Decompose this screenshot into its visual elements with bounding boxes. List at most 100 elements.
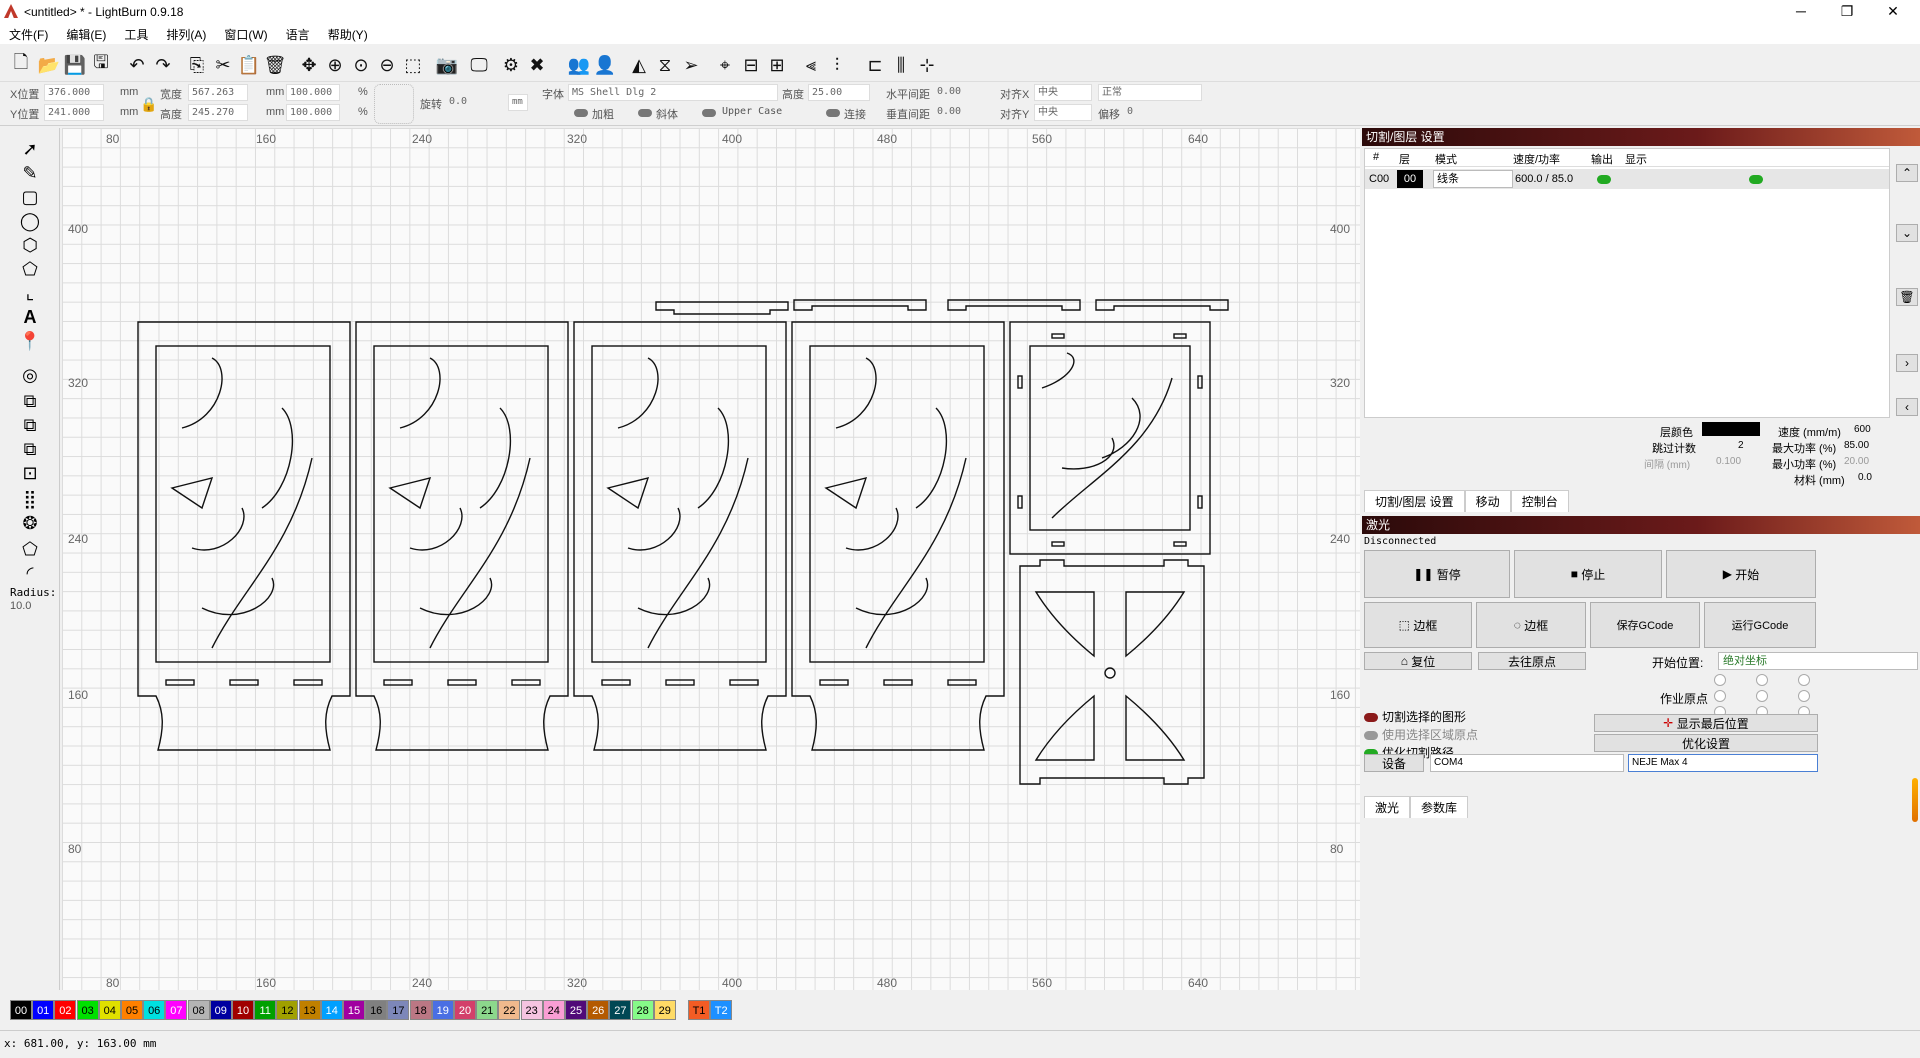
tab-laser[interactable]: 激光	[1364, 796, 1411, 818]
pass-field[interactable]: 2	[1738, 440, 1744, 451]
run-gcode-button[interactable]: 运行GCode	[1704, 602, 1816, 648]
boolean-intersect-icon[interactable]: ⧉	[16, 438, 44, 460]
palette-swatch-14[interactable]: 14	[320, 1000, 343, 1020]
home-button[interactable]: ⌂ 复位	[1364, 652, 1472, 670]
menu-arrange[interactable]: 排列(A)	[157, 26, 215, 43]
text-mode-select[interactable]: 正常	[1098, 84, 1202, 101]
tab-tool-icon[interactable]: ⬠	[16, 538, 44, 560]
design-canvas[interactable]: 80 160 240 320 400 480 560 640 80 160 24…	[62, 128, 1360, 990]
palette-swatch-13[interactable]: 13	[298, 1000, 321, 1020]
design-artwork[interactable]	[62, 128, 1360, 990]
delete-icon[interactable]: 🗑	[262, 52, 288, 78]
tab-move[interactable]: 移动	[1464, 490, 1511, 512]
delete-layer-icon[interactable]: 🗑	[1896, 288, 1918, 306]
origin-radio[interactable]	[1714, 674, 1726, 686]
italic-toggle[interactable]	[638, 109, 652, 117]
palette-swatch-05[interactable]: 05	[121, 1000, 143, 1020]
palette-swatch-03[interactable]: 03	[76, 1000, 99, 1020]
rectangle-tool-icon[interactable]: ▢	[16, 186, 44, 208]
origin-radio[interactable]	[1714, 690, 1726, 702]
palette-swatch-02[interactable]: 02	[54, 1000, 77, 1020]
palette-swatch-T1[interactable]: T1	[688, 1000, 710, 1020]
palette-swatch-09[interactable]: 09	[209, 1000, 232, 1020]
stop-button[interactable]: ■ 停止	[1514, 550, 1662, 598]
minimize-button[interactable]: ─	[1778, 0, 1824, 24]
zoom-fit-icon[interactable]: ⊙	[348, 52, 374, 78]
palette-swatch-25[interactable]: 25	[565, 1000, 587, 1020]
max-power-field[interactable]: 85.00	[1844, 440, 1869, 451]
tab-cut-settings[interactable]: 切割/图层 设置	[1364, 490, 1465, 512]
menu-tools[interactable]: 工具	[115, 26, 157, 43]
palette-swatch-27[interactable]: 27	[609, 1000, 632, 1020]
menu-window[interactable]: 窗口(W)	[215, 26, 276, 43]
devices-button[interactable]: 设备	[1364, 754, 1424, 772]
undo-icon[interactable]: ↶	[124, 52, 150, 78]
menu-language[interactable]: 语言	[277, 26, 319, 43]
uppercase-toggle[interactable]	[702, 109, 716, 117]
align-icon[interactable]: ⊟	[738, 52, 764, 78]
text-tool-icon[interactable]: A	[16, 306, 44, 328]
mirror-icon[interactable]: ⧖	[652, 52, 678, 78]
collapse-icon[interactable]: ‹	[1896, 398, 1918, 416]
layer-show-toggle[interactable]	[1749, 175, 1763, 184]
select-tool-icon[interactable]: ➚	[16, 138, 44, 160]
layer-row[interactable]: C00 00 线条 600.0 / 85.0	[1365, 169, 1889, 189]
text-height-field[interactable]: 25.00	[808, 84, 870, 101]
settings-icon[interactable]: ⚙	[498, 52, 524, 78]
palette-swatch-12[interactable]: 12	[276, 1000, 299, 1020]
alignx-select[interactable]: 中央	[1034, 84, 1092, 101]
layer-color-box[interactable]	[1702, 422, 1760, 436]
palette-swatch-15[interactable]: 15	[343, 1000, 365, 1020]
goto-origin-button[interactable]: 去往原点	[1478, 652, 1586, 670]
align-center-icon[interactable]: ⫶	[824, 52, 850, 78]
units-button[interactable]: mm	[508, 94, 528, 111]
palette-swatch-07[interactable]: 07	[165, 1000, 188, 1020]
scale-y-field[interactable]: 100.000	[286, 104, 340, 121]
radius-field[interactable]: 10.0	[10, 600, 31, 612]
palette-swatch-01[interactable]: 01	[32, 1000, 55, 1020]
marker-tool-icon[interactable]: 📍	[16, 330, 44, 352]
device-select[interactable]: NEJE Max 4	[1628, 754, 1818, 772]
rotate-field[interactable]: 0.0	[446, 94, 496, 111]
palette-swatch-06[interactable]: 06	[143, 1000, 166, 1020]
origin-radio[interactable]	[1798, 674, 1810, 686]
zoom-select-icon[interactable]: ⬚	[400, 52, 426, 78]
palette-swatch-11[interactable]: 11	[254, 1000, 277, 1020]
menu-file[interactable]: 文件(F)	[0, 26, 57, 43]
grid-array-icon[interactable]: ⣿	[16, 488, 44, 510]
width-field[interactable]: 567.263	[188, 84, 248, 101]
circular-array-icon[interactable]: ❂	[16, 512, 44, 534]
palette-swatch-22[interactable]: 22	[498, 1000, 521, 1020]
font-select[interactable]: MS Shell Dlg 2	[568, 84, 778, 101]
move-down-icon[interactable]: ⌄	[1896, 224, 1918, 242]
y-field[interactable]: 241.000	[44, 104, 104, 121]
edit-nodes-icon[interactable]: ⬠	[16, 258, 44, 280]
palette-swatch-24[interactable]: 24	[542, 1000, 565, 1020]
space-icon[interactable]: ⫼	[888, 52, 914, 78]
layer-output-toggle[interactable]	[1597, 175, 1611, 184]
cut-selected-toggle[interactable]	[1364, 713, 1378, 723]
boolean-union-icon[interactable]: ⧉	[16, 390, 44, 412]
palette-swatch-16[interactable]: 16	[365, 1000, 388, 1020]
start-from-select[interactable]: 绝对坐标	[1718, 652, 1918, 670]
target-icon[interactable]: ⌖	[712, 52, 738, 78]
scrollbar-thumb[interactable]	[1912, 778, 1918, 822]
layer-mode-select[interactable]: 线条	[1433, 170, 1513, 188]
open-file-icon[interactable]: 📂	[36, 52, 62, 78]
palette-swatch-20[interactable]: 20	[454, 1000, 476, 1020]
expand-icon[interactable]: ›	[1896, 354, 1918, 372]
center-icon[interactable]: ⊹	[914, 52, 940, 78]
dock-icon[interactable]: ⊏	[862, 52, 888, 78]
palette-swatch-00[interactable]: 00	[10, 1000, 32, 1020]
use-sel-origin-option[interactable]: 使用选择区域原点	[1364, 726, 1478, 743]
weld-tool-icon[interactable]: ⊡	[16, 462, 44, 484]
origin-radio[interactable]	[1798, 690, 1810, 702]
close-button[interactable]: ✕	[1870, 0, 1916, 24]
palette-swatch-21[interactable]: 21	[476, 1000, 499, 1020]
palette-swatch-23[interactable]: 23	[520, 1000, 543, 1020]
ungroup-icon[interactable]: 👤	[592, 52, 618, 78]
start-button[interactable]: ▶ 开始	[1666, 550, 1816, 598]
paste-icon[interactable]: 📋	[236, 52, 262, 78]
redo-icon[interactable]: ↷	[150, 52, 176, 78]
new-file-icon[interactable]: 🗋	[8, 52, 34, 78]
